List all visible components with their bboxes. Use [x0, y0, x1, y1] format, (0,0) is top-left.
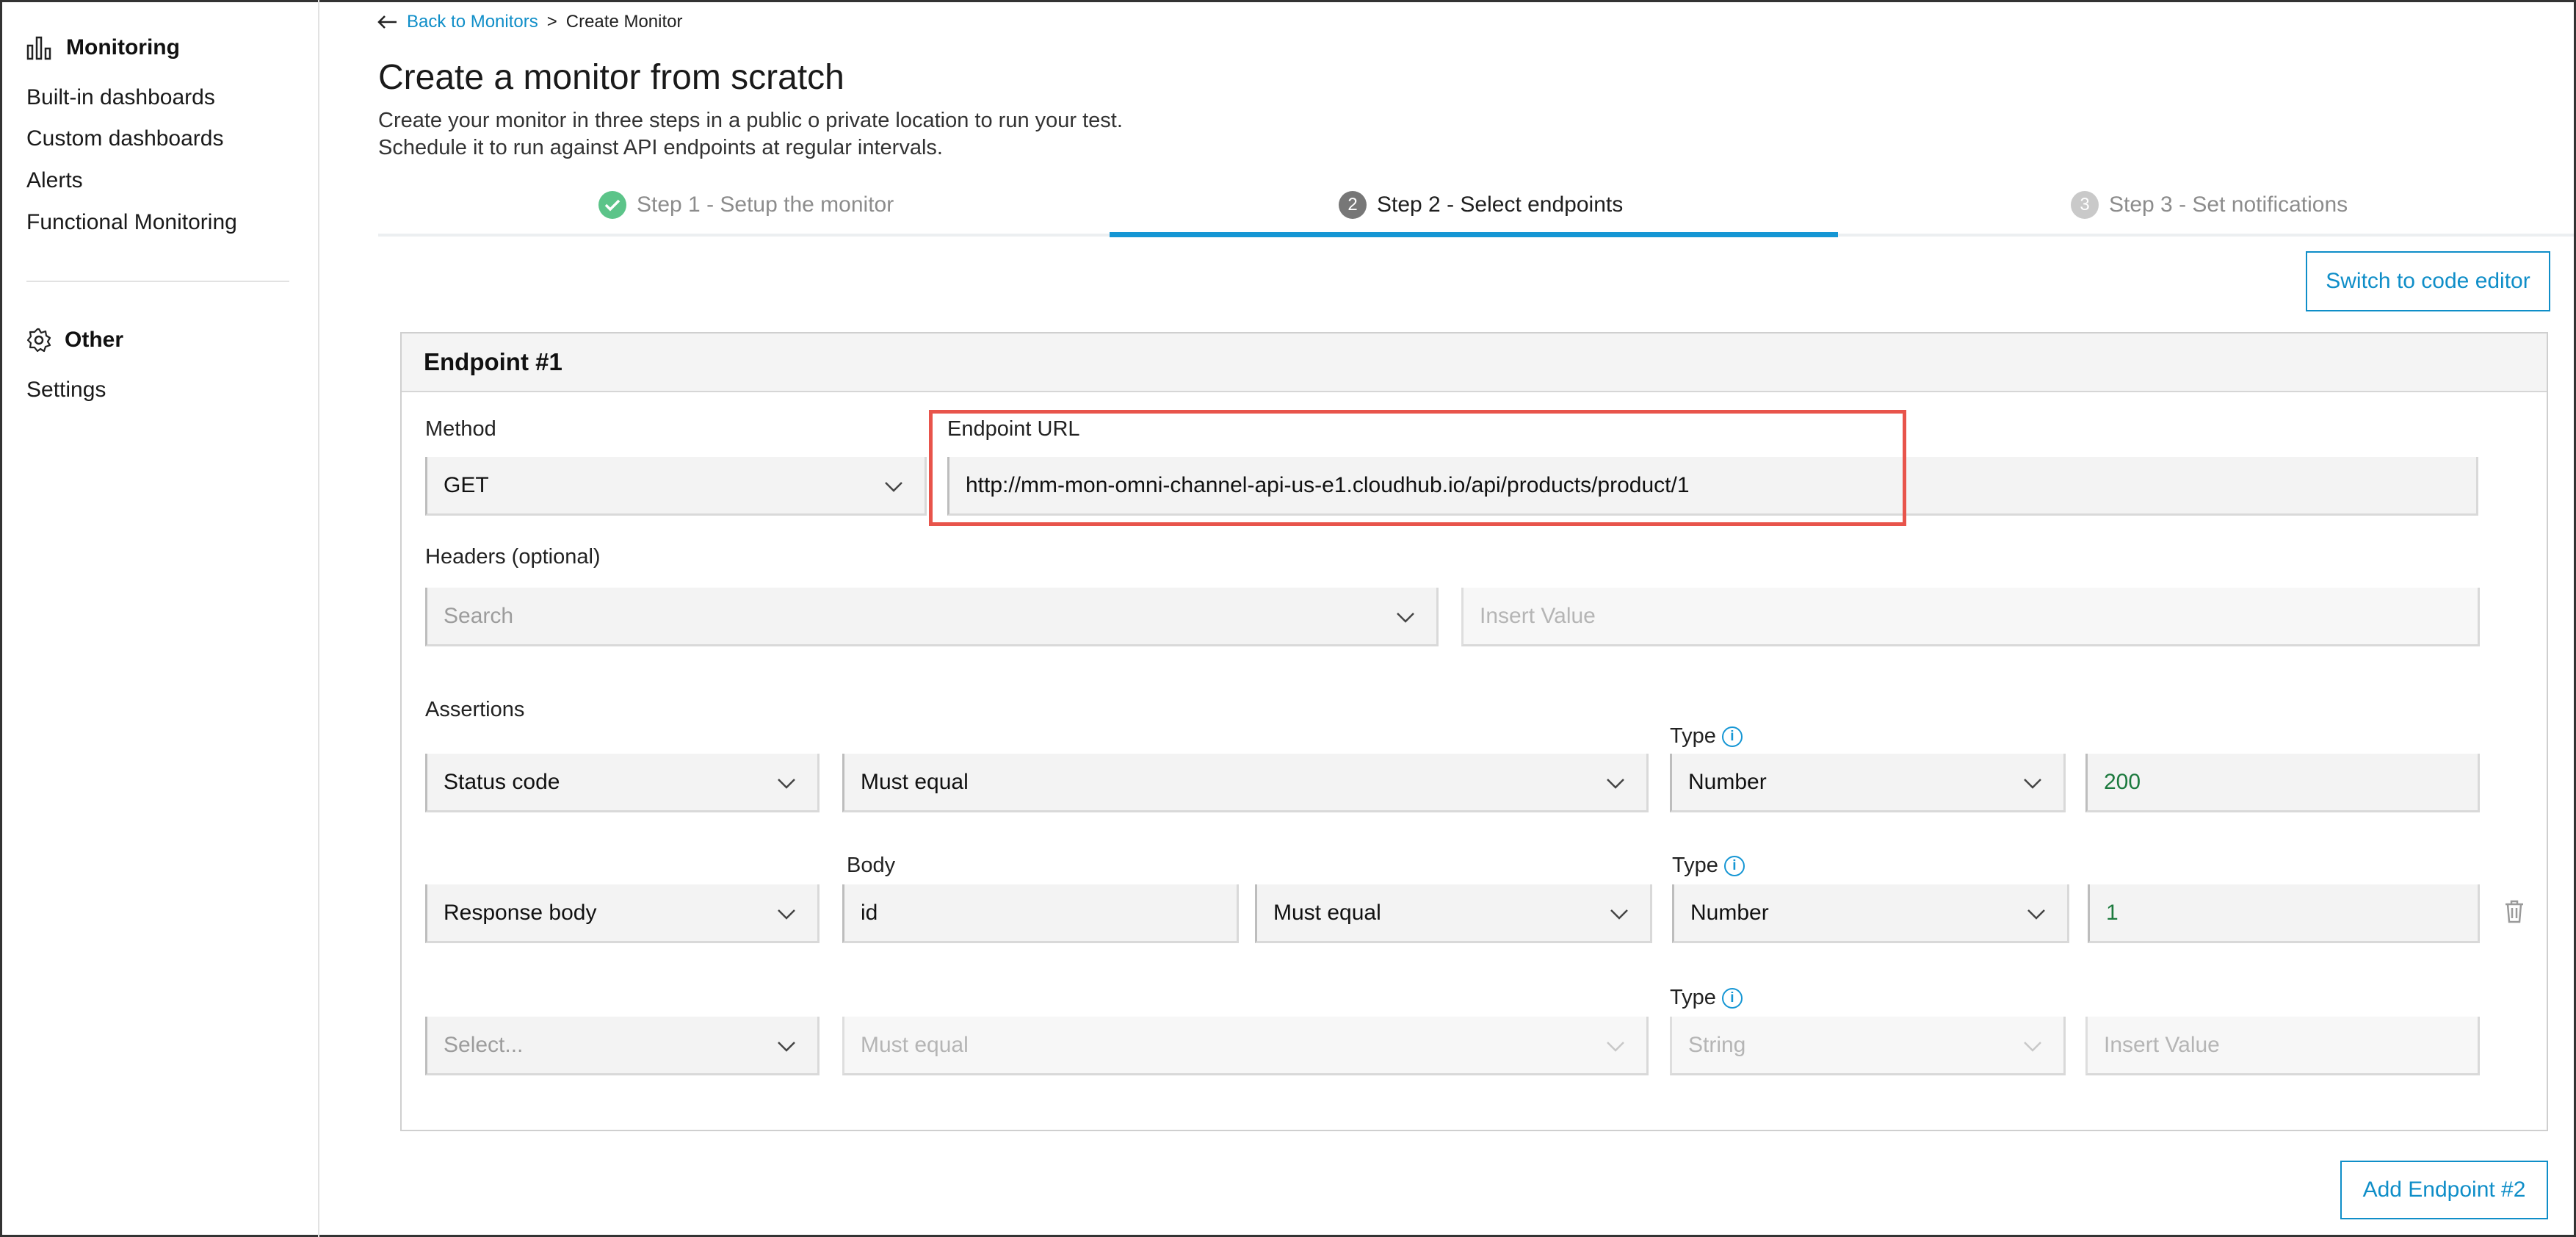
headers-value-input[interactable]: Insert Value — [1461, 588, 2480, 646]
assertion-type-value: Number — [1690, 900, 1769, 925]
tab-step-1[interactable]: Step 1 - Setup the monitor — [598, 191, 894, 219]
assertion-source-value: Select... — [444, 1032, 524, 1057]
method-select[interactable]: GET — [425, 457, 927, 516]
type-label: Type i — [1672, 854, 1745, 878]
chevron-down-icon — [776, 771, 797, 796]
sidebar-item-functional-monitoring[interactable]: Functional Monitoring — [26, 210, 237, 235]
assertion-value-input[interactable]: Insert Value — [2085, 1017, 2480, 1075]
assertion-value-placeholder: Insert Value — [2104, 1032, 2220, 1057]
info-icon[interactable]: i — [1721, 988, 1743, 1009]
info-icon[interactable]: i — [1721, 726, 1743, 748]
assertion-body-input[interactable]: id — [842, 884, 1239, 943]
sidebar-heading-label: Monitoring — [66, 35, 180, 59]
assertion-body-value: id — [861, 900, 878, 925]
assertion-source-select[interactable]: Select... — [425, 1017, 820, 1075]
assertion-type-select[interactable]: String — [1670, 1017, 2066, 1075]
bar-chart-icon — [26, 35, 53, 60]
switch-to-code-editor-button[interactable]: Switch to code editor — [2306, 251, 2550, 311]
type-label: Type i — [1670, 724, 1743, 749]
assertion-comparator-value: Must equal — [861, 1032, 969, 1057]
page-subtitle-line2: Schedule it to run against API endpoints… — [378, 136, 943, 159]
sidebar-heading-label: Other — [65, 328, 124, 352]
assertion-type-select[interactable]: Number — [1670, 754, 2066, 812]
step-2-number-badge: 2 — [1339, 191, 1367, 219]
assertion-comparator-select[interactable]: Must equal — [842, 754, 1649, 812]
method-select-value: GET — [444, 472, 489, 497]
trash-icon[interactable] — [2503, 899, 2525, 928]
assertion-comparator-value: Must equal — [1273, 900, 1381, 925]
assertion-source-value: Status code — [444, 769, 560, 794]
type-label: Type i — [1670, 986, 1743, 1010]
endpoint-card-title: Endpoint #1 — [402, 333, 2547, 392]
sidebar-heading-other: Other — [26, 328, 123, 353]
tab-step-3-label: Step 3 - Set notifications — [2109, 192, 2348, 217]
assertion-comparator-value: Must equal — [861, 769, 969, 794]
sidebar-heading-monitoring: Monitoring — [26, 35, 180, 60]
endpoint-url-highlight — [929, 410, 1906, 526]
assertion-source-value: Response body — [444, 900, 597, 925]
info-icon[interactable]: i — [1723, 856, 1745, 877]
chevron-down-icon — [1605, 771, 1626, 796]
tab-step-3[interactable]: 3 Step 3 - Set notifications — [2071, 191, 2348, 219]
sidebar: Monitoring Built-in dashboards Custom da… — [0, 0, 319, 1237]
headers-search-select[interactable]: Search — [425, 588, 1439, 646]
assertion-value: 1 — [2106, 900, 2119, 925]
assertions-label: Assertions — [425, 698, 525, 721]
chevron-down-icon — [776, 1034, 797, 1059]
headers-label: Headers (optional) — [425, 545, 601, 569]
chevron-down-icon — [1609, 902, 1629, 927]
tab-step-1-label: Step 1 - Setup the monitor — [637, 192, 894, 217]
sidebar-divider — [26, 281, 289, 282]
check-icon — [598, 191, 626, 219]
breadcrumb-current: Create Monitor — [565, 12, 683, 32]
arrow-left-icon[interactable] — [376, 14, 398, 30]
sidebar-item-alerts[interactable]: Alerts — [26, 168, 83, 193]
method-label: Method — [425, 417, 496, 441]
assertion-comparator-select[interactable]: Must equal — [1255, 884, 1652, 943]
chevron-down-icon — [2026, 902, 2047, 927]
assertion-type-value: Number — [1688, 769, 1767, 794]
chevron-down-icon — [883, 475, 904, 500]
stepper-active-indicator — [1110, 232, 1838, 237]
body-label: Body — [847, 854, 896, 877]
headers-search-placeholder: Search — [444, 603, 514, 628]
assertion-source-select[interactable]: Response body — [425, 884, 820, 943]
assertion-value-input[interactable]: 1 — [2088, 884, 2480, 943]
assertion-value-input[interactable]: 200 — [2085, 754, 2480, 812]
sidebar-item-built-in-dashboards[interactable]: Built-in dashboards — [26, 85, 215, 110]
sidebar-item-settings[interactable]: Settings — [26, 378, 106, 403]
assertion-comparator-select[interactable]: Must equal — [842, 1017, 1649, 1075]
chevron-down-icon — [1395, 605, 1416, 630]
sidebar-item-custom-dashboards[interactable]: Custom dashboards — [26, 126, 223, 151]
tab-step-2-label: Step 2 - Select endpoints — [1377, 192, 1624, 217]
headers-value-placeholder: Insert Value — [1480, 603, 1596, 628]
back-to-monitors-link[interactable]: Back to Monitors — [407, 12, 538, 32]
page-subtitle-line1: Create your monitor in three steps in a … — [378, 109, 1123, 132]
chevron-down-icon — [2022, 1034, 2043, 1059]
assertion-type-value: String — [1688, 1032, 1746, 1057]
chevron-down-icon — [1605, 1034, 1626, 1059]
breadcrumb-separator: > — [546, 12, 557, 32]
assertion-value: 200 — [2104, 769, 2141, 794]
assertion-source-select[interactable]: Status code — [425, 754, 820, 812]
page-title: Create a monitor from scratch — [378, 58, 844, 97]
step-3-number-badge: 3 — [2071, 191, 2099, 219]
breadcrumb: Back to Monitors > Create Monitor — [376, 12, 682, 32]
tab-step-2[interactable]: 2 Step 2 - Select endpoints — [1339, 191, 1623, 219]
chevron-down-icon — [776, 902, 797, 927]
assertion-type-select[interactable]: Number — [1672, 884, 2069, 943]
chevron-down-icon — [2022, 771, 2043, 796]
gear-icon — [26, 328, 51, 353]
add-endpoint-button[interactable]: Add Endpoint #2 — [2340, 1161, 2548, 1219]
